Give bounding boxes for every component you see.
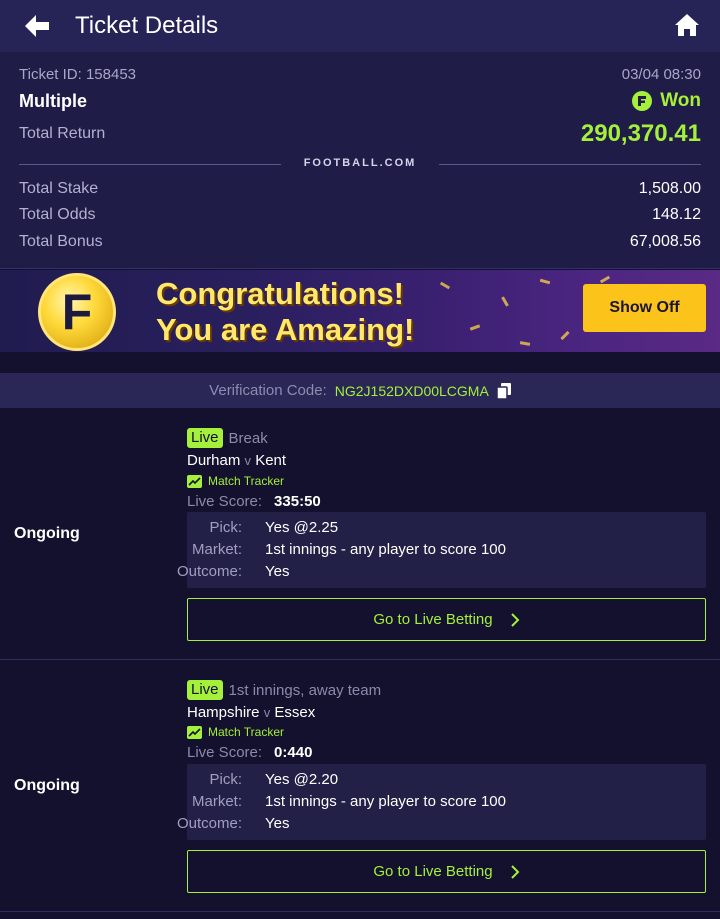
selection-status: Ongoing xyxy=(14,777,80,794)
live-score-label: Live Score: xyxy=(187,744,263,761)
live-score-value: 0:440 xyxy=(274,744,313,761)
match-tracker-label: Match Tracker xyxy=(208,474,285,488)
outcome-label: Outcome: xyxy=(176,563,242,580)
live-note: Break xyxy=(228,429,268,447)
outcome-value: Yes xyxy=(265,815,290,832)
verification-code: NG2J152DXD00LCGMA xyxy=(334,382,489,399)
outcome-value: Yes xyxy=(265,563,290,580)
selection-details: Pick: Yes @2.20 Market: 1st innings - an… xyxy=(177,764,706,840)
back-arrow-icon[interactable] xyxy=(22,12,52,40)
copy-icon[interactable] xyxy=(496,382,511,399)
home-team: Hampshire xyxy=(187,704,260,721)
ticket-id: Ticket ID: 158453 xyxy=(19,66,137,83)
away-team: Kent xyxy=(255,452,287,469)
go-to-live-betting-button[interactable]: Go to Live Betting xyxy=(187,850,706,893)
total-return-value: 290,370.41 xyxy=(580,120,701,147)
live-betting-label: Go to Live Betting xyxy=(373,863,493,880)
total-bonus-value: 67,008.56 xyxy=(629,233,701,250)
total-odds-label: Total Odds xyxy=(19,206,96,223)
pick-value: Yes @2.25 xyxy=(265,519,339,536)
pick-label: Pick: xyxy=(209,519,242,536)
home-icon[interactable] xyxy=(674,12,700,38)
live-score-label: Live Score: xyxy=(187,493,263,510)
pick-label: Pick: xyxy=(209,771,242,788)
brand-divider: FOOTBALL.COM xyxy=(19,157,701,169)
app-header: Ticket Details xyxy=(0,0,720,52)
congrats-line-1: Congratulations! xyxy=(156,276,404,311)
match-tracker-link[interactable]: Match Tracker xyxy=(187,725,284,739)
selection-card: Ongoing Live 1st innings, away team Hamp… xyxy=(0,660,720,912)
away-team: Essex xyxy=(274,704,316,721)
pick-value: Yes @2.20 xyxy=(265,771,339,788)
verification-bar: Verification Code: NG2J152DXD00LCGMA xyxy=(0,373,720,408)
verification-label: Verification Code: xyxy=(209,382,327,399)
total-return-label: Total Return xyxy=(19,125,106,142)
chevron-right-icon xyxy=(510,864,520,879)
selection-details: Pick: Yes @2.25 Market: 1st innings - an… xyxy=(177,512,706,588)
selection-card: Ongoing Live Break Durham v Kent Match T… xyxy=(0,408,720,660)
congrats-line-2: You are Amazing! xyxy=(156,312,415,347)
go-to-live-betting-button[interactable]: Go to Live Betting xyxy=(187,598,706,641)
live-score-value: 335:50 xyxy=(274,493,321,510)
ticket-datetime: 03/04 08:30 xyxy=(621,66,701,83)
market-value: 1st innings - any player to score 100 xyxy=(265,541,506,558)
brand-logo: FOOTBALL.COM xyxy=(303,157,417,169)
won-badge-icon xyxy=(632,91,653,111)
status-badge: Won xyxy=(632,90,701,112)
match-tracker-label: Match Tracker xyxy=(208,725,285,739)
total-odds-value: 148.12 xyxy=(652,206,701,223)
market-value: 1st innings - any player to score 100 xyxy=(265,793,506,810)
total-stake-value: 1,508.00 xyxy=(638,180,701,197)
match-tracker-icon xyxy=(187,725,202,739)
outcome-label: Outcome: xyxy=(176,815,242,832)
chevron-right-icon xyxy=(510,612,520,627)
home-team: Durham xyxy=(187,452,241,469)
live-badge: Live xyxy=(187,680,223,700)
market-label: Market: xyxy=(191,541,242,558)
match-teams: Hampshire v Essex xyxy=(187,704,316,721)
live-betting-label: Go to Live Betting xyxy=(373,611,493,628)
status-text: Won xyxy=(660,90,701,111)
match-teams: Durham v Kent xyxy=(187,452,287,469)
congrats-text: Congratulations! You are Amazing! xyxy=(156,276,414,348)
live-badge: Live xyxy=(187,428,223,448)
live-note: 1st innings, away team xyxy=(228,681,382,699)
page-title: Ticket Details xyxy=(75,12,219,39)
match-tracker-link[interactable]: Match Tracker xyxy=(187,474,284,488)
brand-coin-logo: F xyxy=(38,273,116,351)
market-label: Market: xyxy=(191,793,242,810)
total-stake-label: Total Stake xyxy=(19,180,99,197)
selection-status: Ongoing xyxy=(14,525,80,542)
ticket-summary: Ticket ID: 158453 03/04 08:30 Multiple W… xyxy=(0,52,720,269)
match-tracker-icon xyxy=(187,474,202,488)
total-bonus-label: Total Bonus xyxy=(19,233,103,250)
bet-type: Multiple xyxy=(19,90,87,111)
show-off-button[interactable]: Show Off xyxy=(583,284,706,332)
